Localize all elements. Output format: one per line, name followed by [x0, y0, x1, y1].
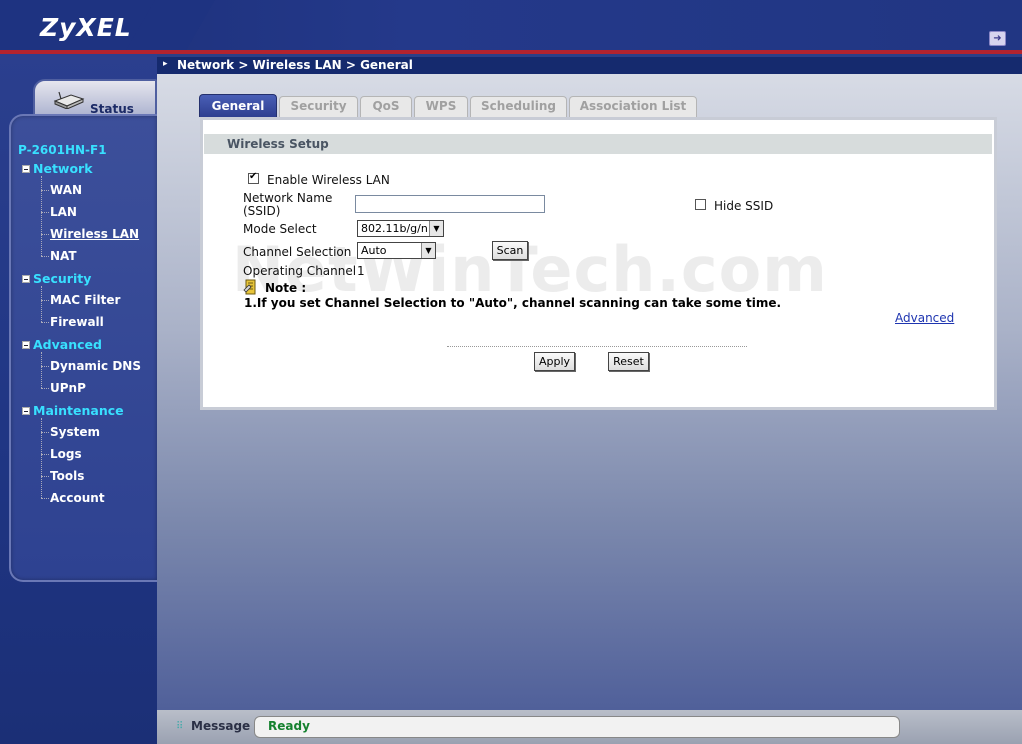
mode-select-value: 802.11b/g/n — [361, 222, 428, 235]
enable-wlan-label: Enable Wireless LAN — [267, 173, 390, 187]
collapse-icon[interactable] — [22, 165, 30, 173]
nav-item-account[interactable]: Account — [50, 491, 105, 505]
nav-group-advanced[interactable]: Advanced — [22, 337, 102, 352]
advanced-link[interactable]: Advanced — [895, 311, 954, 325]
logout-icon[interactable]: ➜ — [989, 31, 1006, 46]
hide-ssid-label: Hide SSID — [714, 199, 774, 213]
tree-tick — [41, 388, 49, 389]
enable-wlan-checkbox[interactable] — [248, 171, 259, 184]
nav-group-label: Network — [33, 161, 93, 176]
nav-item-dynamic-dns[interactable]: Dynamic DNS — [50, 359, 141, 373]
nav-group-label: Security — [33, 271, 92, 286]
collapse-icon[interactable] — [22, 275, 30, 283]
tree-tick — [41, 366, 49, 367]
tree-line — [41, 418, 42, 498]
nav-item-tools[interactable]: Tools — [50, 469, 84, 483]
tree-tick — [41, 212, 49, 213]
ssid-label: Network Name — [243, 191, 333, 205]
tab-scheduling[interactable]: Scheduling — [470, 96, 567, 117]
nav-item-firewall[interactable]: Firewall — [50, 315, 104, 329]
message-label: Message — [191, 719, 251, 733]
tab-qos[interactable]: QoS — [360, 96, 412, 117]
nav-group-maintenance[interactable]: Maintenance — [22, 403, 124, 418]
operating-channel-value: 1 — [357, 264, 365, 278]
collapse-icon[interactable] — [22, 407, 30, 415]
breadcrumb-bar: ▸ Network > Wireless LAN > General — [157, 57, 1022, 74]
nav-item-wan[interactable]: WAN — [50, 183, 82, 197]
tree-tick — [41, 432, 49, 433]
note-icon — [243, 279, 256, 295]
operating-channel-label: Operating Channel — [243, 264, 357, 278]
mode-select[interactable]: 802.11b/g/n ▼ — [357, 220, 444, 237]
channel-select[interactable]: Auto ▼ — [357, 242, 436, 259]
nav-item-upnp[interactable]: UPnP — [50, 381, 86, 395]
tree-tick — [41, 234, 49, 235]
channel-select-label: Channel Selection — [243, 245, 352, 259]
tree-tick — [41, 190, 49, 191]
tab-security[interactable]: Security — [279, 96, 358, 117]
breadcrumb-bullet-icon: ▸ — [163, 59, 168, 69]
tab-wps[interactable]: WPS — [414, 96, 468, 117]
scan-button[interactable]: Scan — [492, 241, 528, 260]
tree-tick — [41, 476, 49, 477]
router-icon — [53, 91, 85, 109]
nav-item-system[interactable]: System — [50, 425, 100, 439]
tree-line — [41, 286, 42, 322]
model-name: P-2601HN-F1 — [18, 143, 107, 157]
hide-ssid-checkbox[interactable] — [695, 199, 706, 210]
section-header: Wireless Setup — [204, 134, 992, 154]
nav-group-label: Advanced — [33, 337, 102, 352]
tab-general[interactable]: General — [199, 94, 277, 117]
message-dots-icon: ⠿ — [176, 721, 184, 732]
reset-button[interactable]: Reset — [608, 352, 649, 371]
nav-group-label: Maintenance — [33, 403, 124, 418]
tree-tick — [41, 498, 49, 499]
nav-item-lan[interactable]: LAN — [50, 205, 77, 219]
tree-tick — [41, 454, 49, 455]
ssid-label-sub: (SSID) — [243, 204, 281, 218]
note-title: Note : — [265, 281, 307, 295]
tree-line — [41, 352, 42, 388]
note-text: 1.If you set Channel Selection to "Auto"… — [244, 296, 782, 310]
chevron-down-icon: ▼ — [421, 243, 435, 258]
zyxel-logo: ZyXEL — [40, 13, 132, 42]
breadcrumb: Network > Wireless LAN > General — [177, 58, 413, 72]
tree-tick — [41, 256, 49, 257]
nav-group-network[interactable]: Network — [22, 161, 93, 176]
channel-select-value: Auto — [361, 244, 387, 257]
divider — [447, 346, 747, 347]
tab-association-list[interactable]: Association List — [569, 96, 697, 117]
mode-select-label: Mode Select — [243, 222, 317, 236]
tree-tick — [41, 322, 49, 323]
nav-item-wireless-lan[interactable]: Wireless LAN — [50, 227, 139, 241]
apply-button[interactable]: Apply — [534, 352, 575, 371]
message-text: Ready — [268, 719, 310, 733]
message-box — [254, 716, 900, 738]
nav-item-mac-filter[interactable]: MAC Filter — [50, 293, 120, 307]
tree-tick — [41, 300, 49, 301]
section-title: Wireless Setup — [227, 137, 329, 151]
collapse-icon[interactable] — [22, 341, 30, 349]
ssid-input[interactable] — [355, 195, 545, 213]
tree-line — [41, 176, 42, 256]
chevron-down-icon: ▼ — [429, 221, 443, 236]
nav-item-nat[interactable]: NAT — [50, 249, 77, 263]
nav-group-security[interactable]: Security — [22, 271, 91, 286]
nav-item-logs[interactable]: Logs — [50, 447, 82, 461]
